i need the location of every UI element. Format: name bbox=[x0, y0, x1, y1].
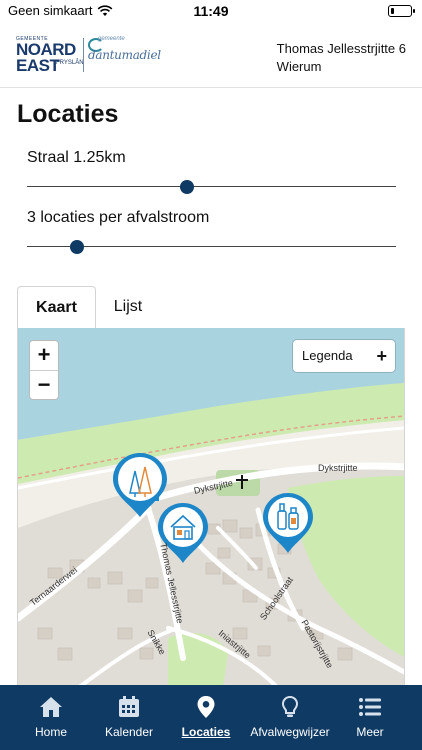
radius-slider-thumb[interactable] bbox=[179, 180, 194, 194]
per-stream-slider-thumb[interactable] bbox=[69, 240, 84, 254]
nav-kalender[interactable]: Kalender bbox=[96, 685, 162, 750]
lightbulb-icon bbox=[281, 695, 299, 717]
location-pin-icon bbox=[197, 696, 215, 718]
bottom-nav: Home Kalender Locaties Afvalwegwijzer Me… bbox=[0, 685, 422, 750]
per-stream-slider[interactable] bbox=[27, 240, 396, 254]
zoom-out-button[interactable]: − bbox=[30, 370, 58, 399]
logo-noardeast: GEMEENTE NOARD EAST FRYSLÂN bbox=[16, 36, 84, 76]
menu-list-icon bbox=[359, 698, 381, 716]
nav-afvalwegwijzer[interactable]: Afvalwegwijzer bbox=[244, 685, 336, 750]
nav-meer-label: Meer bbox=[356, 725, 384, 739]
nav-meer[interactable]: Meer bbox=[342, 685, 398, 750]
address-city: Wierum bbox=[276, 59, 322, 74]
battery-icon bbox=[388, 5, 415, 17]
map-view[interactable]: Dykstrjitte Dykstrjitte Ternaarderwei Th… bbox=[17, 328, 405, 688]
app-header: GEMEENTE NOARD EAST FRYSLÂN gemeente dan… bbox=[0, 22, 422, 88]
tab-lijst[interactable]: Lijst bbox=[105, 286, 151, 329]
nav-afvalwegwijzer-label: Afvalwegwijzer bbox=[250, 725, 330, 739]
nav-kalender-label: Kalender bbox=[104, 725, 154, 739]
nav-home[interactable]: Home bbox=[20, 685, 82, 750]
calendar-icon bbox=[119, 696, 139, 717]
logo-noardeast-sub: FRYSLÂN bbox=[56, 60, 84, 66]
battery-level bbox=[391, 8, 394, 14]
home-icon bbox=[40, 697, 62, 717]
radius-label: Straal 1.25km bbox=[27, 149, 126, 166]
legend-label: Legenda bbox=[302, 348, 353, 363]
legend-button[interactable]: Legenda + bbox=[293, 340, 395, 372]
zoom-control: + − bbox=[29, 340, 59, 400]
nav-locaties-label: Locaties bbox=[181, 725, 231, 739]
map-canvas bbox=[18, 328, 404, 687]
plus-icon: + bbox=[376, 346, 387, 366]
page-title: Locaties bbox=[17, 100, 119, 128]
logo-divider bbox=[83, 38, 84, 72]
per-stream-label: 3 locaties per afvalstroom bbox=[27, 209, 210, 226]
logo-dantumadiel-main: dantumadiel bbox=[88, 48, 161, 62]
logo-noardeast-line2: EAST bbox=[16, 56, 60, 75]
logo-dantumadiel-small: gemeente bbox=[98, 36, 125, 42]
logo-dantumadiel: gemeente dantumadiel bbox=[88, 36, 161, 76]
tab-kaart[interactable]: Kaart bbox=[17, 286, 96, 329]
status-bar: Geen simkaart 11:49 bbox=[0, 0, 422, 22]
address[interactable]: Thomas Jellesstrjitte 6 Wierum bbox=[277, 40, 406, 76]
street-label: Dykstrjitte bbox=[318, 463, 358, 473]
address-street: Thomas Jellesstrjitte 6 bbox=[276, 41, 406, 56]
radius-slider-track bbox=[27, 186, 396, 187]
nav-locaties[interactable]: Locaties bbox=[174, 685, 238, 750]
zoom-in-button[interactable]: + bbox=[30, 341, 58, 370]
clock: 11:49 bbox=[193, 3, 229, 19]
radius-slider[interactable] bbox=[27, 180, 396, 194]
nav-home-label: Home bbox=[34, 725, 67, 739]
view-tabs: Kaart Lijst bbox=[17, 286, 405, 329]
